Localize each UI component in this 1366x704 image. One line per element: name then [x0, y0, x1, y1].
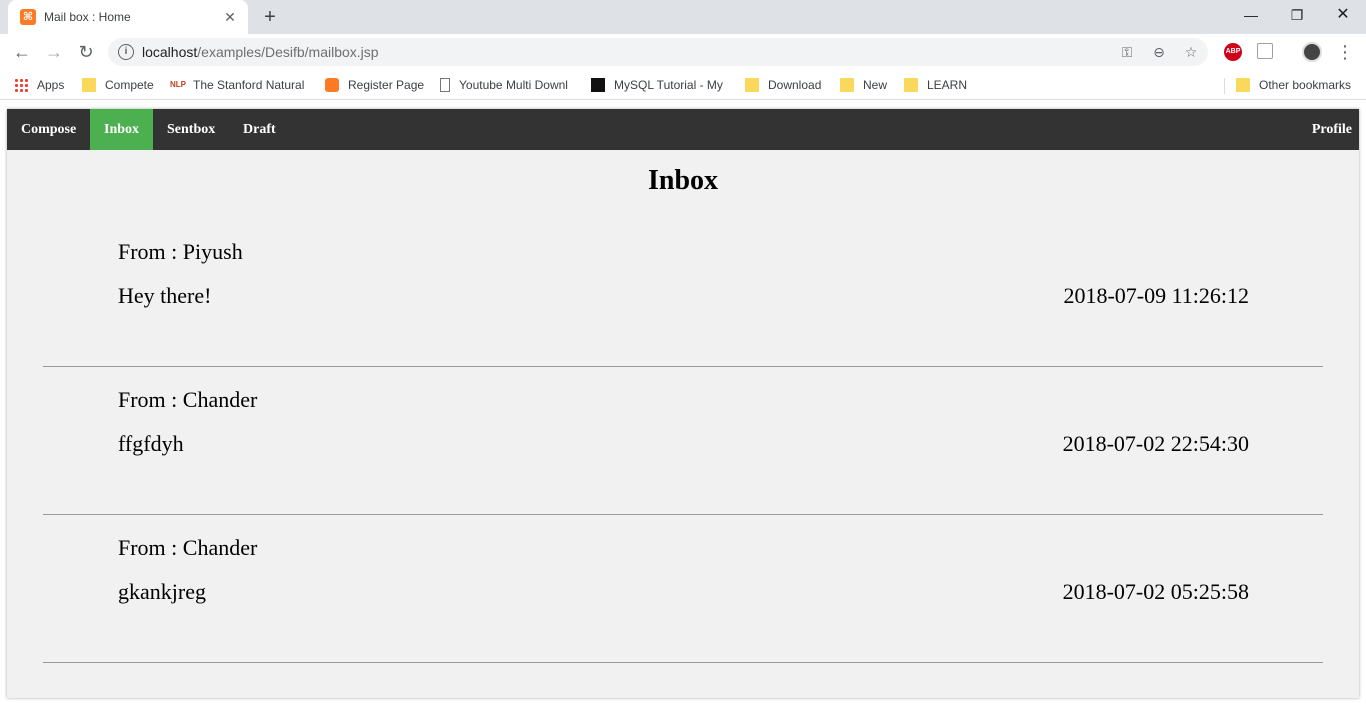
bookmark-label: Compete [105, 78, 154, 92]
restore-icon[interactable]: ❐ [1274, 0, 1320, 30]
folder-icon [904, 78, 918, 92]
close-tab-icon[interactable]: ✕ [222, 9, 238, 25]
bookmark-label: Other bookmarks [1259, 78, 1352, 92]
key-icon[interactable]: ⚿ [1118, 43, 1136, 61]
reload-icon[interactable]: ↻ [74, 40, 98, 64]
kebab-menu-icon[interactable]: ⋮ [1336, 40, 1354, 64]
bookmark-apps[interactable]: Apps [14, 76, 64, 94]
bookmark-label: MySQL Tutorial - My [614, 78, 723, 92]
apps-icon [14, 78, 28, 92]
forward-arrow-icon[interactable]: → [42, 40, 66, 64]
folder-icon [840, 78, 854, 92]
browser-toolbar: ← → ↻ i localhost/examples/Desifb/mailbo… [0, 34, 1366, 70]
bookmark-learn[interactable]: LEARN [904, 76, 967, 94]
bookmark-stanford-nlp[interactable]: NLP The Stanford Natural [170, 76, 304, 94]
xampp-icon [325, 78, 339, 92]
terminal-icon [591, 78, 605, 92]
bookmark-register-page[interactable]: Register Page [325, 76, 424, 94]
bookmark-label: The Stanford Natural [193, 78, 305, 92]
back-arrow-icon[interactable]: ← [10, 40, 34, 64]
mail-list: From : Piyush Hey there! 2018-07-09 11:2… [43, 219, 1323, 663]
bookmark-label: Download [768, 78, 822, 92]
url-path: /examples/Desifb/mailbox.jsp [197, 44, 379, 60]
address-bar[interactable]: i localhost/examples/Desifb/mailbox.jsp … [108, 38, 1208, 66]
mail-item[interactable]: From : Chander ffgfdyh 2018-07-02 22:54:… [43, 367, 1323, 515]
mailbox-page: Compose Inbox Sentbox Draft Profile Inbo… [7, 109, 1359, 698]
mail-sender: From : Piyush [118, 239, 243, 264]
nlp-icon: NLP [170, 80, 186, 89]
mail-date: 2018-07-09 11:26:12 [1063, 283, 1249, 308]
bookmark-mysql-tutorial[interactable]: MySQL Tutorial - My [591, 76, 723, 94]
page-title: Inbox [647, 165, 719, 196]
browser-tabstrip: ⌘ Mail box : Home ✕ + — ❐ ✕ [0, 0, 1366, 34]
adblock-icon[interactable]: ABP [1224, 43, 1242, 61]
profile-avatar[interactable] [1302, 42, 1322, 62]
mail-item[interactable]: From : Chander gkankjreg 2018-07-02 05:2… [43, 515, 1323, 663]
bookmark-download[interactable]: Download [745, 76, 821, 94]
folder-icon [1236, 78, 1250, 92]
nav-draft[interactable]: Draft [229, 109, 290, 150]
info-icon[interactable]: i [118, 44, 134, 60]
mail-sender: From : Chander [118, 387, 258, 412]
bookmark-label: New [863, 78, 888, 92]
bookmark-label: Youtube Multi Downl [459, 78, 568, 92]
mail-sender: From : Chander [118, 535, 258, 560]
bookmark-other[interactable]: Other bookmarks [1236, 76, 1351, 94]
xampp-favicon-icon: ⌘ [20, 9, 36, 25]
minimize-icon[interactable]: — [1228, 0, 1274, 30]
tab-title: Mail box : Home [44, 10, 131, 24]
nav-profile[interactable]: Profile [1298, 109, 1359, 150]
mail-subject[interactable]: Hey there! [118, 283, 211, 309]
nav-inbox[interactable]: Inbox [90, 109, 154, 150]
new-tab-icon[interactable]: + [258, 5, 282, 29]
bookmark-label: Register Page [348, 78, 425, 92]
bookmarks-divider [1224, 78, 1225, 94]
mail-date: 2018-07-02 22:54:30 [1062, 431, 1249, 456]
mail-subject[interactable]: gkankjreg [118, 579, 206, 605]
bookmark-youtube-downloader[interactable]: Youtube Multi Downl [440, 76, 568, 94]
bookmark-compete[interactable]: Compete [82, 76, 154, 94]
browser-tab[interactable]: ⌘ Mail box : Home ✕ [8, 0, 248, 34]
page-icon [440, 78, 450, 92]
mail-item[interactable]: From : Piyush Hey there! 2018-07-09 11:2… [43, 219, 1323, 367]
url-host: localhost [142, 44, 198, 60]
folder-icon [82, 78, 96, 92]
zoom-out-icon[interactable]: ⊖ [1150, 43, 1168, 61]
bookmark-new[interactable]: New [840, 76, 887, 94]
extension-icon[interactable] [1257, 43, 1273, 59]
bookmark-label: LEARN [927, 78, 968, 92]
url-text[interactable]: localhost/examples/Desifb/mailbox.jsp [142, 44, 379, 60]
top-navigation: Compose Inbox Sentbox Draft Profile [7, 109, 1359, 150]
nav-sentbox[interactable]: Sentbox [153, 109, 229, 150]
bookmarks-bar: Apps Compete NLP The Stanford Natural Re… [0, 70, 1366, 100]
nav-compose[interactable]: Compose [7, 109, 90, 150]
mail-date: 2018-07-02 05:25:58 [1062, 579, 1249, 604]
star-icon[interactable]: ☆ [1182, 43, 1200, 61]
mail-subject[interactable]: ffgfdyh [118, 431, 184, 457]
close-window-icon[interactable]: ✕ [1320, 0, 1366, 30]
bookmark-label: Apps [37, 78, 65, 92]
folder-icon [745, 78, 759, 92]
